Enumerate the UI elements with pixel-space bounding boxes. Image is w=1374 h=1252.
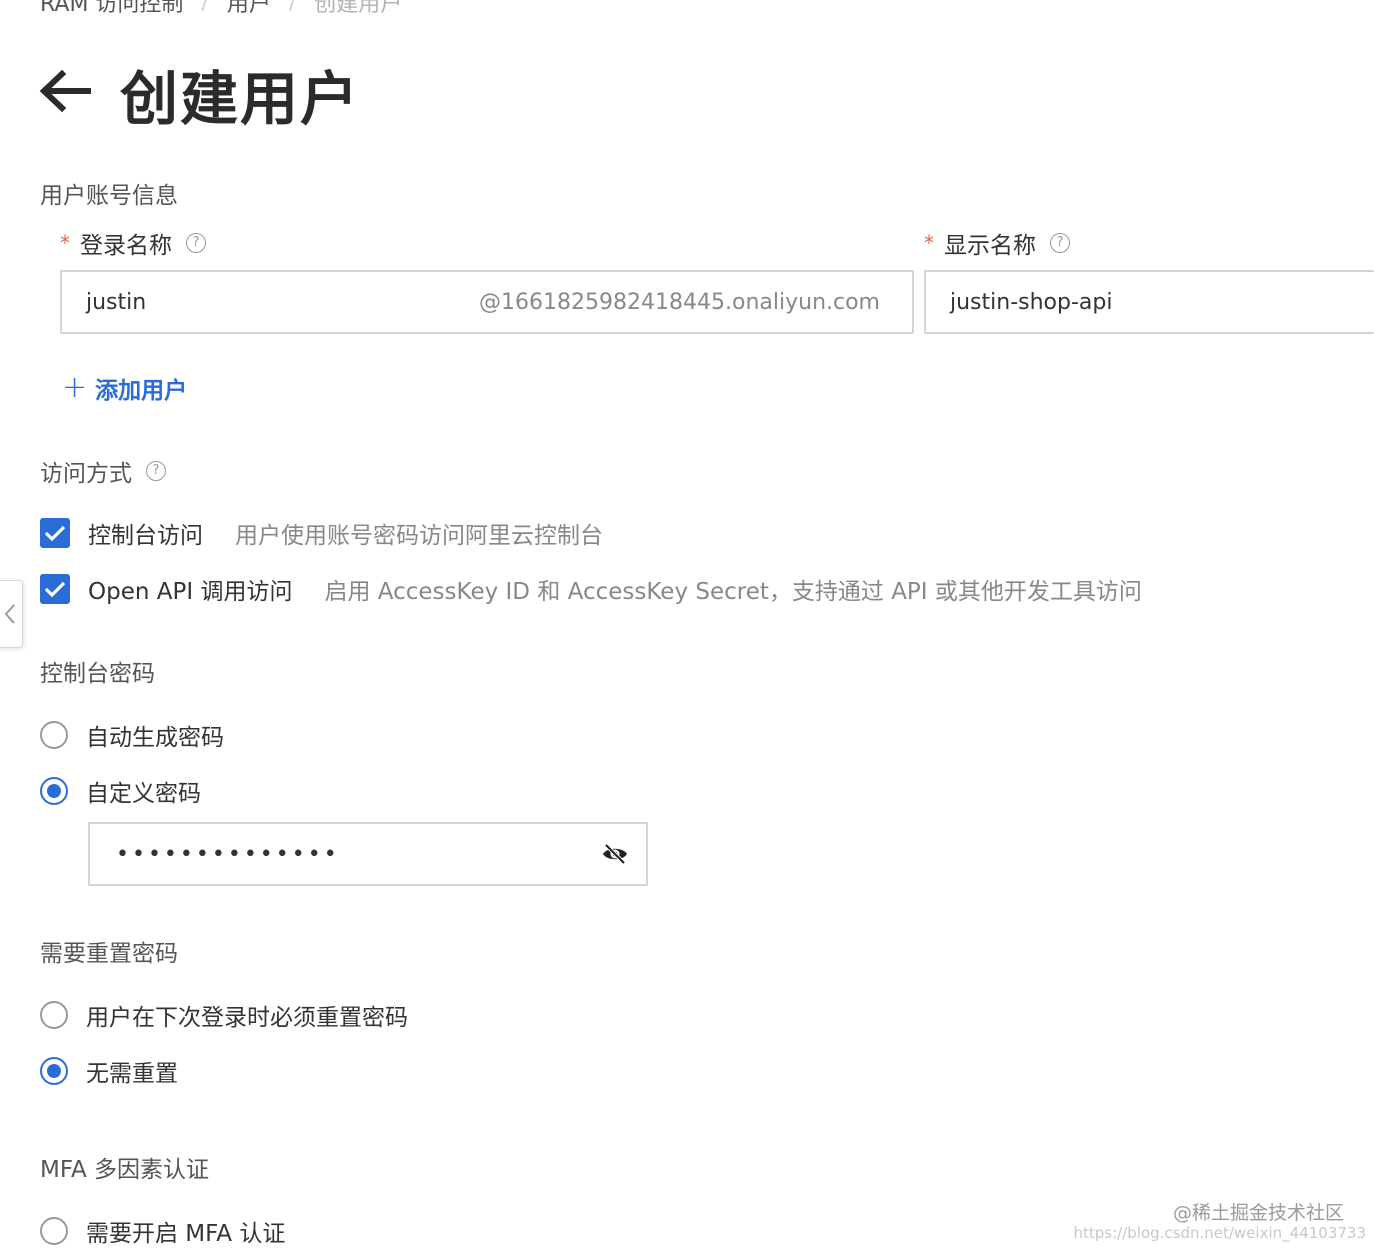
auto-password-label: 自动生成密码 xyxy=(86,725,224,751)
check-icon xyxy=(44,525,66,542)
section-title-console-password: 控制台密码 xyxy=(40,661,155,687)
section-title-account-info: 用户账号信息 xyxy=(40,183,178,209)
breadcrumb-item-create-user: 创建用户 xyxy=(314,0,403,17)
login-name-label: * 登录名称 ? xyxy=(60,226,206,260)
password-value: •••••••••••••• xyxy=(116,841,340,867)
breadcrumb-separator: / xyxy=(288,0,297,15)
access-title-text: 访问方式 xyxy=(40,461,132,487)
plus-icon: + xyxy=(62,370,88,405)
login-name-input[interactable]: justin @1661825982418445.onaliyun.com xyxy=(60,270,914,334)
must-reset-radio[interactable] xyxy=(40,1001,68,1029)
help-icon[interactable]: ? xyxy=(146,461,166,481)
display-name-label: * 显示名称 ? xyxy=(924,226,1070,260)
api-access-desc: 启用 AccessKey ID 和 AccessKey Secret，支持通过 … xyxy=(324,579,1142,605)
console-access-desc: 用户使用账号密码访问阿里云控制台 xyxy=(235,523,603,549)
help-icon[interactable]: ? xyxy=(186,233,206,253)
no-reset-radio[interactable] xyxy=(40,1057,68,1085)
display-name-input[interactable]: justin-shop-api xyxy=(924,270,1374,334)
auto-password-option: 自动生成密码 xyxy=(40,718,224,752)
mfa-enable-option: 需要开启 MFA 认证 xyxy=(40,1214,285,1248)
mfa-enable-radio[interactable] xyxy=(40,1217,68,1245)
required-mark: * xyxy=(60,231,70,255)
console-access-option: 控制台访问 用户使用账号密码访问阿里云控制台 xyxy=(40,516,603,550)
api-access-checkbox[interactable] xyxy=(40,574,70,604)
must-reset-label: 用户在下次登录时必须重置密码 xyxy=(86,1005,408,1031)
no-reset-option: 无需重置 xyxy=(40,1054,178,1088)
mfa-enable-label: 需要开启 MFA 认证 xyxy=(86,1221,286,1247)
chevron-left-icon xyxy=(4,604,15,624)
breadcrumb-item-ram[interactable]: RAM 访问控制 xyxy=(40,0,183,18)
login-name-value: justin xyxy=(86,289,147,315)
password-input[interactable]: •••••••••••••• xyxy=(88,822,648,886)
toggle-password-visibility-button[interactable] xyxy=(602,843,628,865)
login-name-domain-suffix: @1661825982418445.onaliyun.com xyxy=(479,289,880,315)
login-name-label-text: 登录名称 xyxy=(80,233,172,259)
console-access-checkbox[interactable] xyxy=(40,518,70,548)
arrow-left-icon xyxy=(39,69,91,113)
custom-password-option: 自定义密码 xyxy=(40,774,201,808)
check-icon xyxy=(44,581,66,598)
auto-password-radio[interactable] xyxy=(40,721,68,749)
watermark-url: https://blog.csdn.net/weixin_44103733 xyxy=(1073,1224,1366,1242)
section-title-access: 访问方式 ? xyxy=(40,454,166,488)
page-title: 创建用户 xyxy=(120,65,361,133)
required-mark: * xyxy=(924,231,934,255)
back-button[interactable] xyxy=(38,68,92,114)
breadcrumb-separator: / xyxy=(201,0,209,15)
console-access-label: 控制台访问 xyxy=(88,523,203,549)
help-icon[interactable]: ? xyxy=(1050,233,1070,253)
section-title-reset-password: 需要重置密码 xyxy=(40,941,178,967)
api-access-option: Open API 调用访问 启用 AccessKey ID 和 AccessKe… xyxy=(40,572,1142,606)
no-reset-label: 无需重置 xyxy=(86,1061,178,1087)
breadcrumb: RAM 访问控制 / 用户 / 创建用户 xyxy=(40,0,402,18)
must-reset-option: 用户在下次登录时必须重置密码 xyxy=(40,998,408,1032)
display-name-label-text: 显示名称 xyxy=(944,233,1036,259)
add-user-label: 添加用户 xyxy=(95,377,188,404)
custom-password-label: 自定义密码 xyxy=(86,781,201,807)
sidebar-toggle[interactable] xyxy=(0,580,23,648)
breadcrumb-item-users[interactable]: 用户 xyxy=(227,0,271,18)
section-title-mfa: MFA 多因素认证 xyxy=(40,1157,210,1183)
watermark-text: @稀土掘金技术社区 xyxy=(1172,1202,1344,1224)
display-name-value: justin-shop-api xyxy=(950,289,1113,315)
eye-off-icon xyxy=(603,843,627,865)
api-access-label: Open API 调用访问 xyxy=(88,579,293,605)
custom-password-radio[interactable] xyxy=(40,777,68,805)
add-user-button[interactable]: + 添加用户 xyxy=(62,370,187,405)
